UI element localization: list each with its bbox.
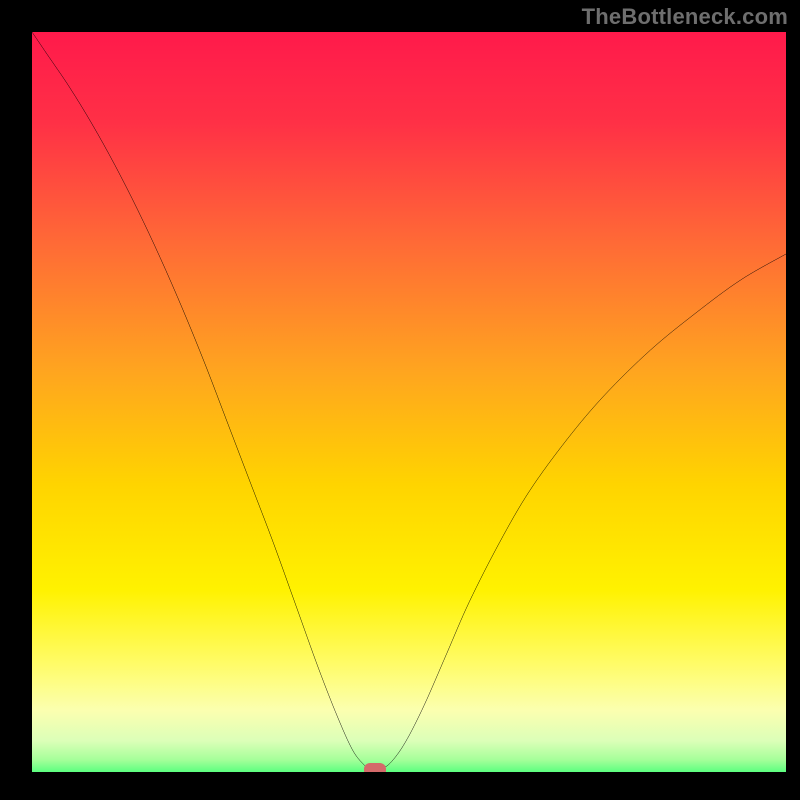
- chart-frame: TheBottleneck.com: [0, 0, 800, 800]
- optimal-point-marker: [364, 763, 386, 772]
- plot-area: [32, 32, 786, 772]
- watermark-text: TheBottleneck.com: [582, 4, 788, 30]
- bottleneck-curve: [32, 32, 786, 772]
